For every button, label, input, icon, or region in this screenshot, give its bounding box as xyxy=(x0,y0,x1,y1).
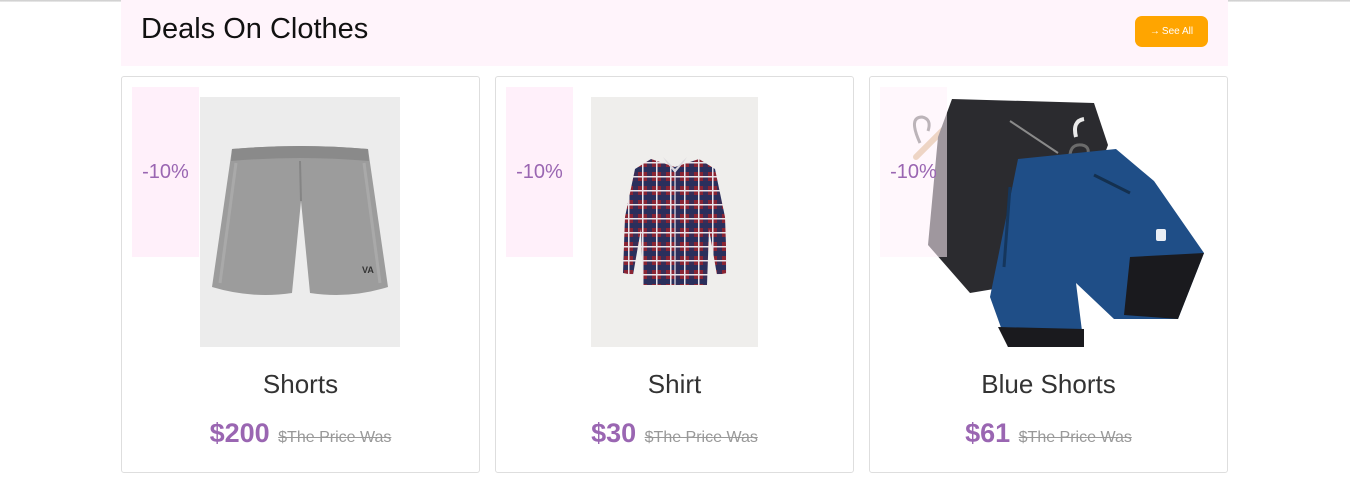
see-all-button[interactable]: → See All xyxy=(1135,16,1208,47)
price-row: $61 $The Price Was xyxy=(870,418,1227,449)
price-row: $30 $The Price Was xyxy=(496,418,853,449)
arrow-right-icon: → xyxy=(1149,25,1160,37)
discount-badge: -10% xyxy=(132,87,199,257)
product-card[interactable]: VA -10% Shorts $200 $The Price Was xyxy=(121,76,480,473)
product-name[interactable]: Blue Shorts xyxy=(870,369,1227,400)
product-name[interactable]: Shirt xyxy=(496,369,853,400)
product-name[interactable]: Shorts xyxy=(122,369,479,400)
previous-price: $The Price Was xyxy=(644,429,758,446)
svg-text:VA: VA xyxy=(362,265,374,275)
see-all-label: See All xyxy=(1161,26,1194,37)
product-card[interactable]: -10% Shirt $30 $The Price Was xyxy=(495,76,854,473)
product-image-plaid-shirt[interactable] xyxy=(591,97,758,347)
discount-badge: -10% xyxy=(506,87,573,257)
section-title: Deals On Clothes xyxy=(141,13,369,45)
previous-price: $The Price Was xyxy=(278,429,392,446)
section-header: Deals On Clothes → See All xyxy=(121,0,1228,66)
product-image-grey-shorts[interactable]: VA xyxy=(200,97,400,347)
product-card[interactable]: -10% Blue Shorts $61 $The Price Was xyxy=(869,76,1228,473)
discount-badge: -10% xyxy=(880,87,947,257)
current-price: $61 xyxy=(965,418,1011,448)
current-price: $30 xyxy=(591,418,637,448)
price-row: $200 $The Price Was xyxy=(122,418,479,449)
previous-price: $The Price Was xyxy=(1018,429,1132,446)
current-price: $200 xyxy=(209,418,270,448)
